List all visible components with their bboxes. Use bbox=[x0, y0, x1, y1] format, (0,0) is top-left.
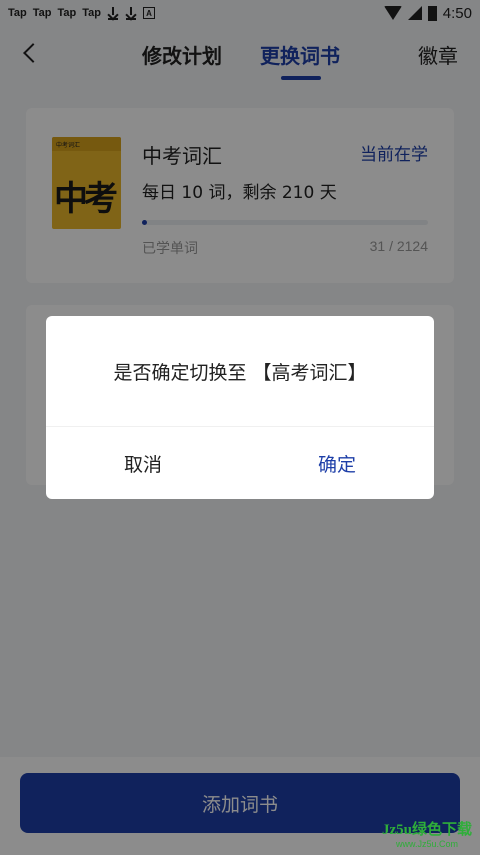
dialog-message: 是否确定切换至 【高考词汇】 bbox=[113, 362, 367, 384]
cancel-button[interactable]: 取消 bbox=[46, 427, 240, 499]
watermark: Jz5u绿色下载 www.Jz5u.Com bbox=[382, 818, 472, 849]
watermark-url: www.Jz5u.Com bbox=[395, 839, 458, 849]
confirm-button[interactable]: 确定 bbox=[240, 427, 434, 499]
watermark-title: Jz5u绿色下载 bbox=[381, 822, 472, 838]
switch-book-dialog: 是否确定切换至 【高考词汇】 取消 确定 bbox=[46, 316, 434, 499]
